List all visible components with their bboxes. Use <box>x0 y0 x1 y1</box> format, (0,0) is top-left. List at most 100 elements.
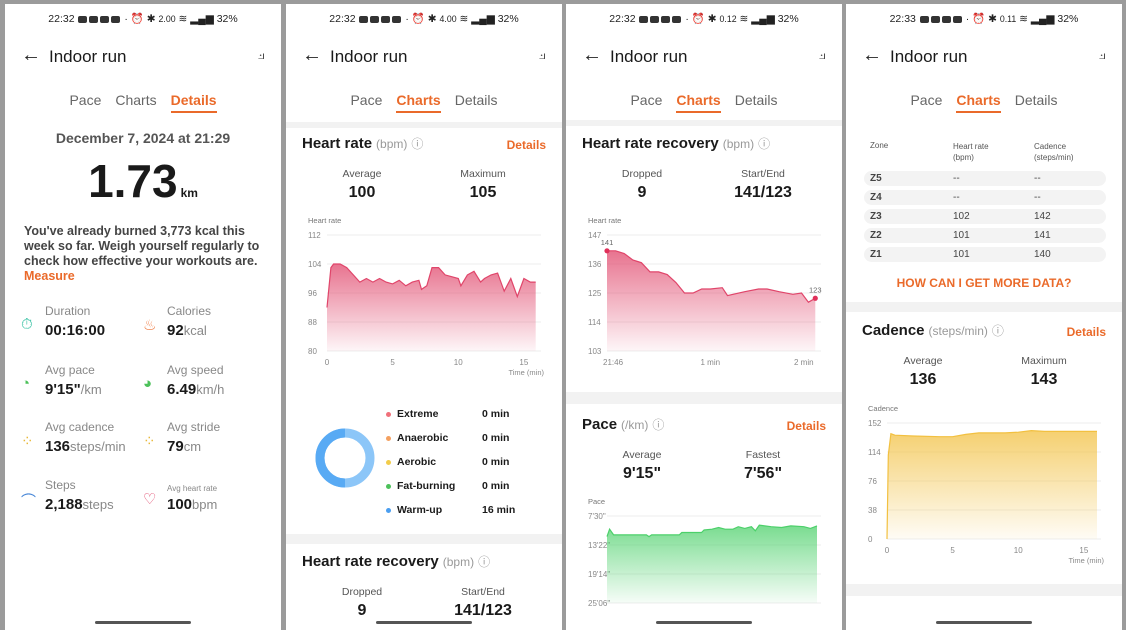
pace-details-link[interactable]: Details <box>787 419 826 433</box>
info-icon[interactable]: ⓘ <box>992 324 1004 338</box>
zone-name: Fat-burning <box>397 480 456 492</box>
tab-details[interactable]: Details <box>1015 92 1058 113</box>
screen-charts-cadence: 22:33 · ⏰ ✱ 0.11 ≋ ▂▄▆ 32% ← Indoor run … <box>846 4 1122 630</box>
x-tick-label: 1 min <box>700 358 720 367</box>
start-end-value: 141/123 <box>734 184 792 201</box>
table-row: Z1 101 140 <box>864 247 1106 262</box>
battery-level: 32% <box>1057 13 1079 25</box>
stat-label: Calories <box>167 304 212 318</box>
cell-cadence: 141 <box>1034 230 1051 241</box>
y-tick-label: 13'22" <box>588 541 610 550</box>
route-icon[interactable]: ⟓ <box>538 46 546 64</box>
x-tick-label: 15 <box>1079 546 1088 555</box>
tab-pace[interactable]: Pace <box>69 92 101 113</box>
distance-value: 1.73 <box>88 155 178 207</box>
route-icon[interactable]: ⟓ <box>1098 46 1106 64</box>
divider <box>286 122 562 128</box>
divider <box>286 534 562 544</box>
cadence-title: Cadence (steps/min) ⓘ <box>862 322 1004 339</box>
x-tick-label: 0 <box>885 546 890 555</box>
distance: 1.73 km <box>5 154 281 208</box>
table-row: Z5 -- -- <box>864 171 1106 186</box>
maximum-value: 143 <box>1030 371 1058 388</box>
maximum-value: 105 <box>469 184 497 201</box>
page-title: Indoor run <box>330 47 408 66</box>
title-text: Pace <box>582 416 618 433</box>
stat-label: Avg pace <box>45 363 95 377</box>
network-speed: 4.00 <box>439 14 457 24</box>
tab-pace[interactable]: Pace <box>350 92 382 113</box>
info-icon[interactable]: ⓘ <box>652 418 664 432</box>
info-icon[interactable]: ⓘ <box>478 555 490 569</box>
tab-charts[interactable]: Charts <box>956 92 1001 113</box>
table-row: Z4 -- -- <box>864 190 1106 205</box>
more-data-link[interactable]: HOW CAN I GET MORE DATA? <box>846 276 1122 290</box>
cell-heart-rate: -- <box>953 173 960 184</box>
cell-cadence: -- <box>1034 173 1041 184</box>
cell-zone: Z5 <box>870 173 882 184</box>
cell-zone: Z4 <box>870 192 882 203</box>
tab-pace[interactable]: Pace <box>910 92 942 113</box>
page-title: Indoor run <box>890 47 968 66</box>
y-tick-label: 125 <box>588 289 602 298</box>
zone-value: 0 min <box>482 408 510 420</box>
back-arrow-icon[interactable]: ← <box>862 44 882 67</box>
heart-rate-title: Heart rate (bpm) ⓘ <box>302 135 423 152</box>
zone-dot <box>386 507 391 513</box>
route-icon[interactable]: ⟓ <box>257 46 265 64</box>
cell-heart-rate: -- <box>953 192 960 203</box>
y-tick-label: 136 <box>588 260 602 269</box>
unit: (bpm) <box>376 137 408 151</box>
unit: (bpm) <box>722 137 755 151</box>
x-tick-label: 2 min <box>794 358 814 367</box>
start-end-value: 141/123 <box>454 602 512 619</box>
heart-rate-details-link[interactable]: Details <box>507 138 546 152</box>
shoe-icon: ⌒ <box>21 493 37 510</box>
back-arrow-icon[interactable]: ← <box>582 44 602 67</box>
unit: cm <box>183 439 202 454</box>
stat-label: Avg heart rate <box>167 484 218 493</box>
zone-value: 16 min <box>482 504 516 516</box>
measure-link[interactable]: Measure <box>24 269 75 283</box>
title-text: Heart rate recovery <box>302 553 439 570</box>
tab-charts[interactable]: Charts <box>676 92 721 113</box>
back-arrow-icon[interactable]: ← <box>21 44 41 67</box>
annotation-marker <box>812 295 818 301</box>
y-tick-label: 112 <box>308 231 321 240</box>
stat-value: 6.49km/h <box>167 381 224 398</box>
tab-charts[interactable]: Charts <box>115 92 156 113</box>
tab-details[interactable]: Details <box>170 92 217 113</box>
route-icon[interactable]: ⟓ <box>818 46 826 64</box>
value: 100 <box>167 496 193 513</box>
dropped-label: Dropped <box>621 168 663 180</box>
divider <box>846 302 1122 312</box>
tab-bar: Pace Charts Details <box>286 92 562 113</box>
column-header-zone: Zone <box>870 141 889 150</box>
home-indicator[interactable] <box>936 621 1032 624</box>
average-label: Average <box>342 168 382 180</box>
cadence-details-link[interactable]: Details <box>1067 325 1106 339</box>
zone-value: 0 min <box>482 456 510 468</box>
tab-charts[interactable]: Charts <box>396 92 441 113</box>
tab-pace[interactable]: Pace <box>630 92 662 113</box>
back-arrow-icon[interactable]: ← <box>302 44 322 67</box>
info-icon[interactable]: ⓘ <box>758 137 770 151</box>
unit: kcal <box>183 323 207 338</box>
zone-name: Extreme <box>397 408 439 420</box>
cell-zone: Z3 <box>870 211 882 222</box>
maximum-label: Maximum <box>1021 355 1067 367</box>
x-tick-label: 21:46 <box>603 358 624 367</box>
tab-details[interactable]: Details <box>455 92 498 113</box>
stat-avg-heart-rate: ♡ Avg heart rate 100bpm <box>143 478 273 522</box>
home-indicator[interactable] <box>376 621 472 624</box>
home-indicator[interactable] <box>95 621 191 624</box>
zone-dot <box>386 435 391 441</box>
home-indicator[interactable] <box>656 621 752 624</box>
stat-value: 100bpm <box>167 496 217 513</box>
cell-heart-rate: 101 <box>953 249 970 260</box>
value: 92 <box>167 322 184 339</box>
tab-details[interactable]: Details <box>735 92 778 113</box>
y-axis-title: Heart rate <box>308 216 341 225</box>
start-end-label: Start/End <box>461 586 505 598</box>
info-icon[interactable]: ⓘ <box>411 137 423 151</box>
